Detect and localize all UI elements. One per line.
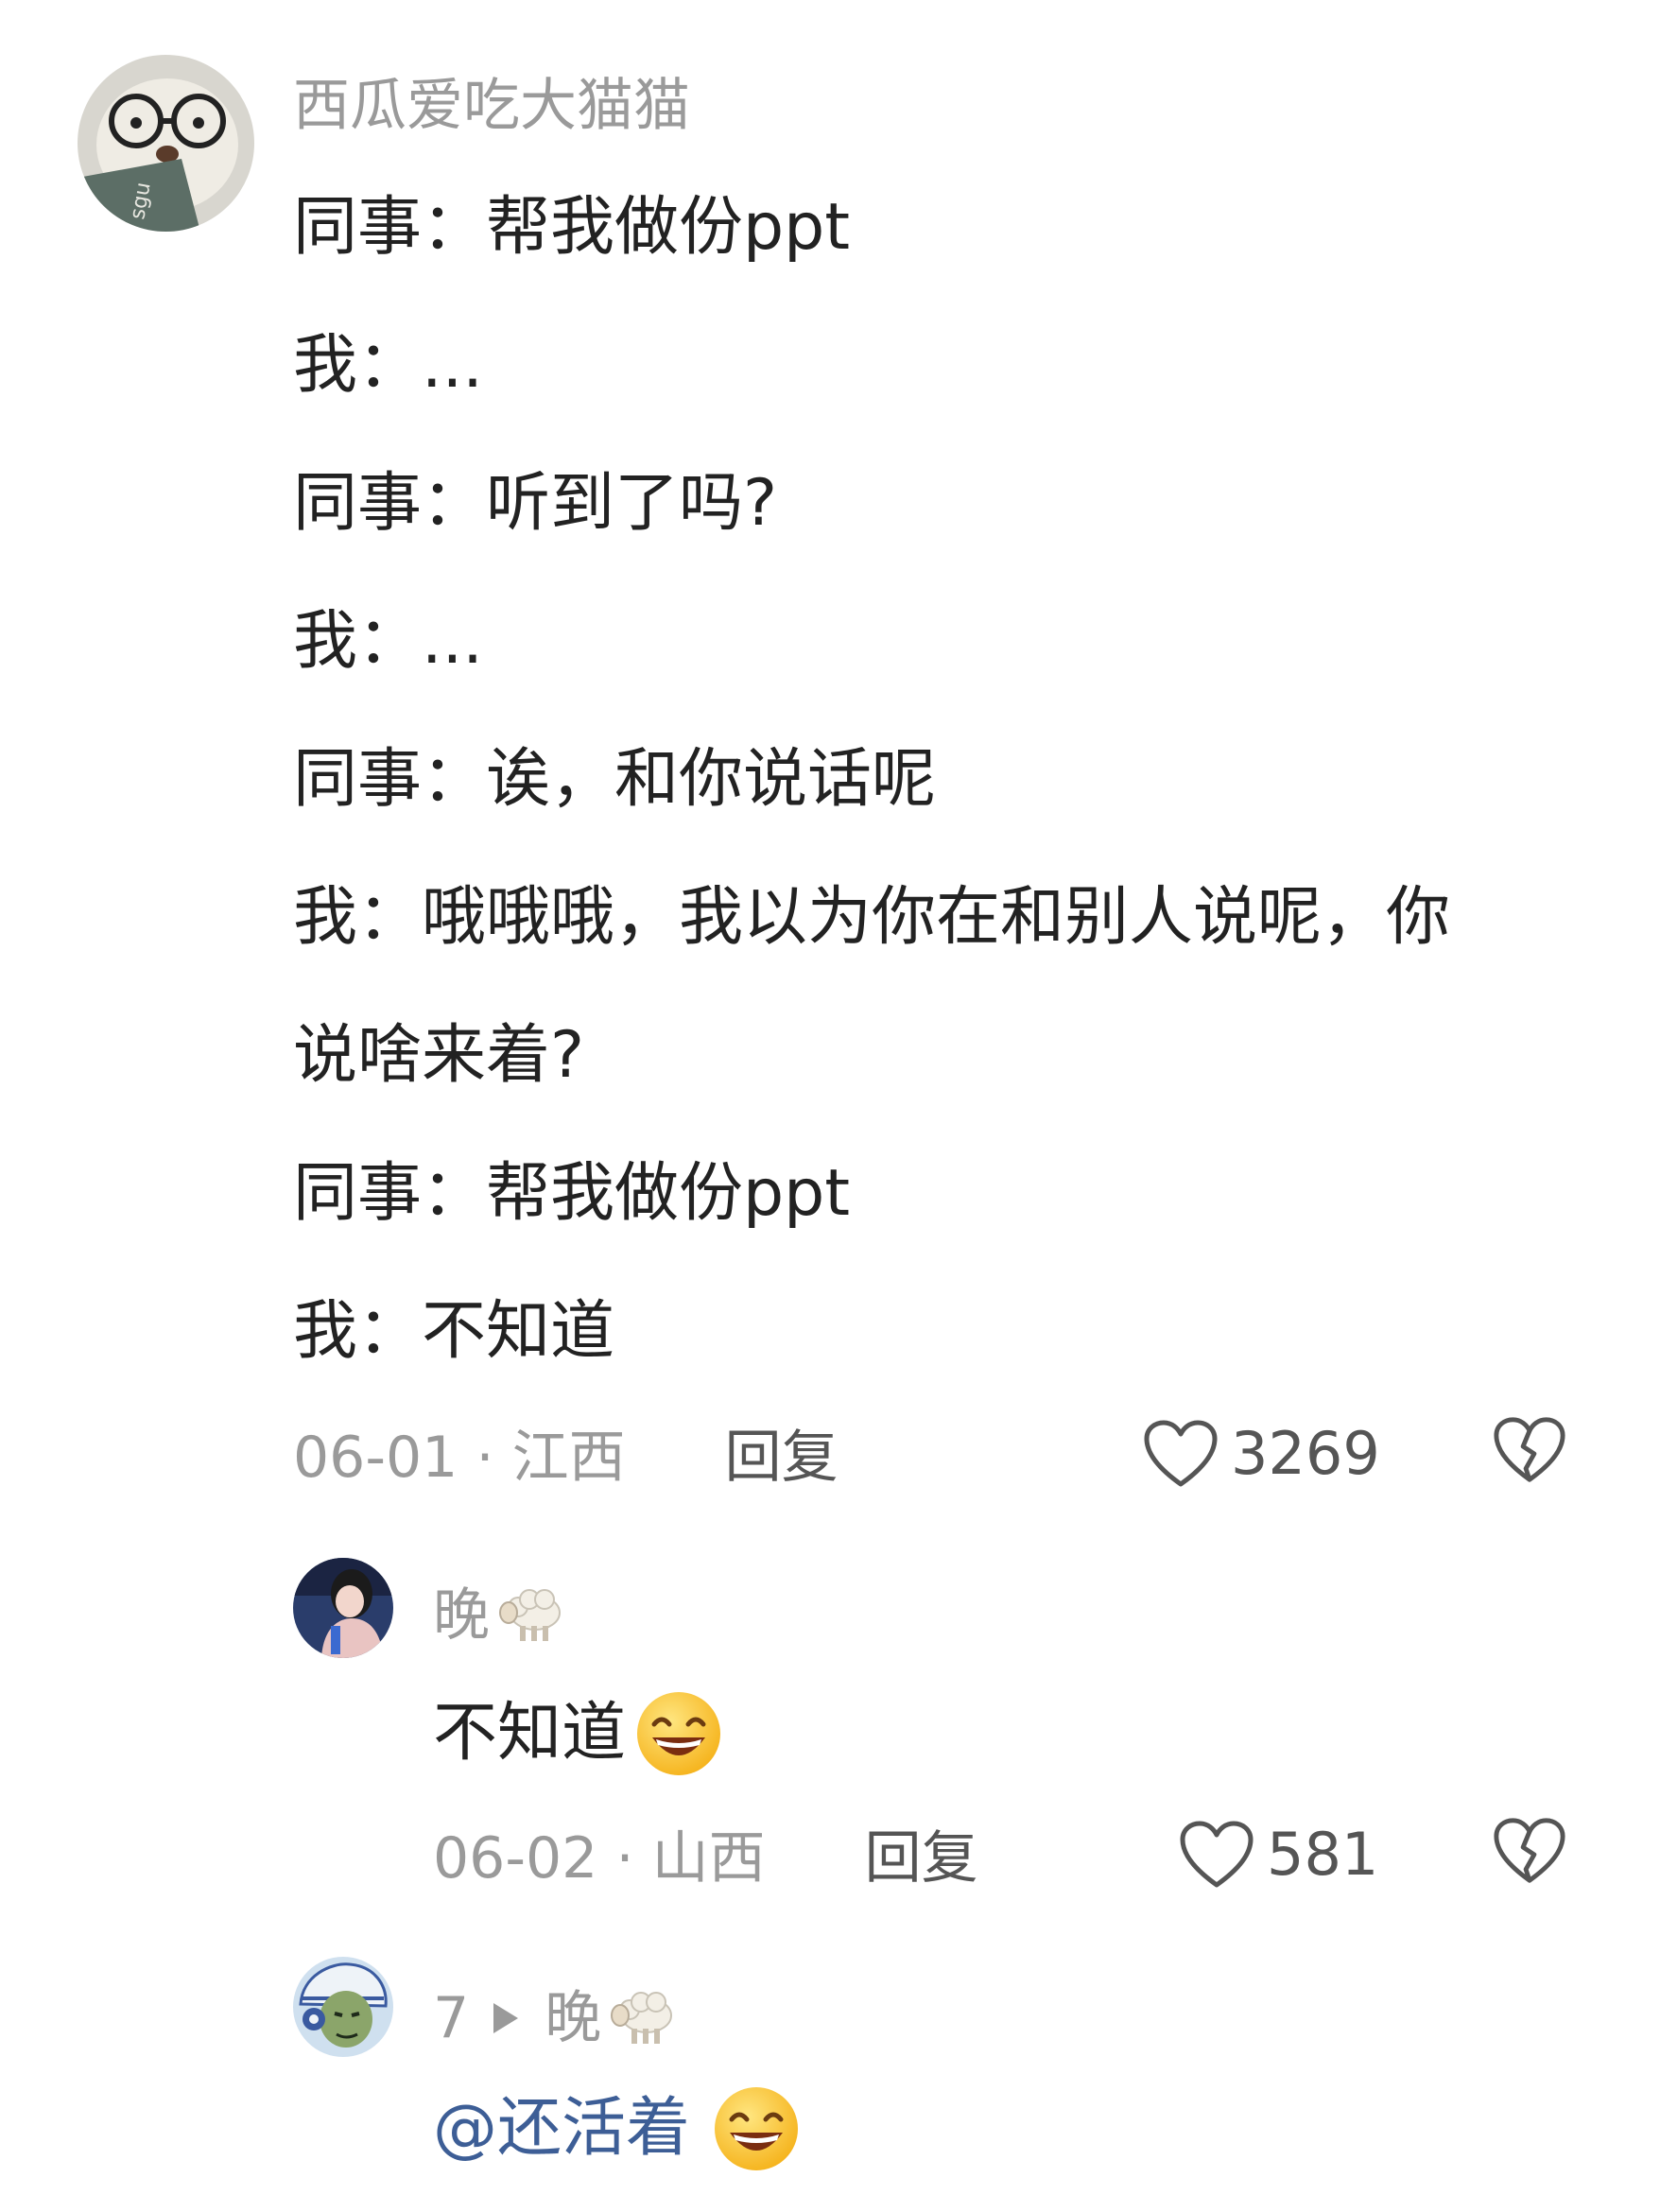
reply-button[interactable]: 回复 — [725, 1425, 839, 1491]
reply-meta: 06-02 · 山西 回复 — [433, 1830, 978, 1887]
like-count: 581 — [1267, 1820, 1379, 1889]
reply-username-text: 晚 — [433, 1582, 490, 1649]
reply-button[interactable]: 回复 — [865, 1825, 978, 1892]
bear-with-glasses-avatar-icon: sgu — [78, 55, 254, 232]
heart-icon — [1144, 1420, 1218, 1487]
sheep-icon — [611, 1992, 673, 2044]
comment-meta: 06-01 · 江西 回复 — [293, 1429, 839, 1486]
dislike-button[interactable] — [1492, 1414, 1567, 1490]
reply-date: 06-02 — [433, 1825, 598, 1892]
comment-location: 江西 — [511, 1425, 626, 1491]
grinning-face-icon — [637, 1692, 721, 1775]
user-avatar[interactable]: sgu — [78, 55, 254, 232]
comment-line: 同事：听到了吗? — [293, 466, 778, 541]
comment-line: 说啥来着? — [293, 1018, 585, 1093]
comment-line: 我：哦哦哦，我以为你在和别人说呢，你 — [293, 880, 1451, 955]
reply-body: @还活着 — [433, 2083, 802, 2174]
comment-body: 同事：帮我做份ppt 我：... 同事：听到了吗? 我：... 同事：诶，和你说… — [293, 176, 1579, 1418]
like-count: 3269 — [1231, 1419, 1380, 1488]
comment-date: 06-01 — [293, 1425, 458, 1491]
broken-heart-icon — [1494, 1818, 1565, 1883]
comment-username[interactable]: 西瓜爱吃大猫猫 — [293, 78, 690, 134]
comment-line: 我：... — [293, 604, 483, 679]
mention-text[interactable]: @还活着 — [433, 2097, 690, 2161]
reply-avatar[interactable] — [293, 1558, 393, 1658]
comment-line: 我：不知道 — [293, 1294, 615, 1369]
comment-line: 同事：帮我做份ppt — [293, 190, 850, 265]
heart-icon — [1180, 1821, 1254, 1888]
reply-to-username[interactable]: 晚 — [545, 1990, 601, 2047]
meta-separator: · — [615, 1825, 652, 1892]
reply-username[interactable]: 晚 — [433, 1584, 565, 1647]
anime-character-avatar-icon — [293, 1957, 393, 2057]
meta-separator: · — [476, 1425, 512, 1491]
reply-username-text: 7 — [433, 1985, 470, 2051]
reply-arrow-icon — [493, 2003, 519, 2033]
grinning-face-icon — [715, 2087, 799, 2170]
girl-portrait-avatar-icon — [293, 1558, 393, 1658]
like-button[interactable]: 581 — [1178, 1819, 1378, 1891]
comment-line: 同事：诶，和你说话呢 — [293, 742, 937, 817]
like-button[interactable]: 3269 — [1142, 1418, 1380, 1490]
comment-line: 我：... — [293, 328, 483, 403]
sheep-icon — [499, 1589, 561, 1641]
reply-avatar[interactable] — [293, 1957, 393, 2057]
reply-body: 不知道 — [433, 1688, 724, 1779]
comment-line: 同事：帮我做份ppt — [293, 1156, 850, 1231]
reply-location: 山西 — [651, 1825, 766, 1892]
broken-heart-icon — [1494, 1417, 1565, 1482]
reply-username[interactable]: 7 晚 — [433, 1987, 677, 2049]
reply-text: 不知道 — [433, 1696, 627, 1771]
dislike-button[interactable] — [1492, 1815, 1567, 1891]
